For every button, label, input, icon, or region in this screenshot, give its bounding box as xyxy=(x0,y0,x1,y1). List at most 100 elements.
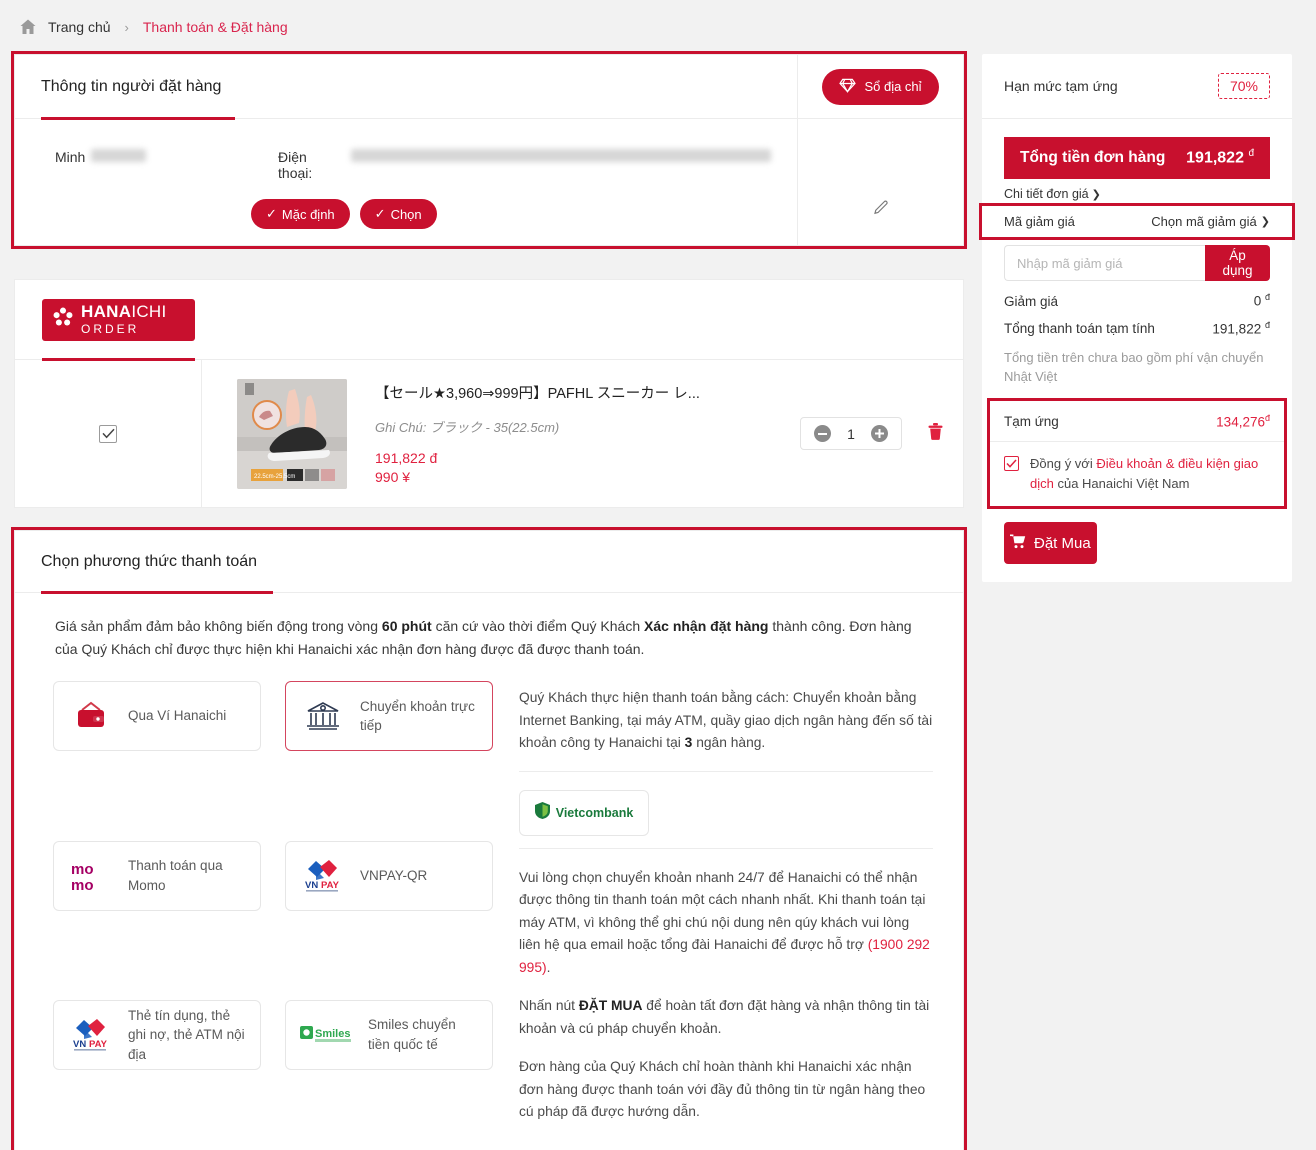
discount-row: Giảm giá 0 đ xyxy=(982,281,1292,309)
customer-info-card: Thông tin người đặt hàng Minh xxxx Điện … xyxy=(11,51,967,249)
choose-address-button[interactable]: ✓ Chọn xyxy=(359,199,437,229)
svg-text:22.5cm-25.5cm: 22.5cm-25.5cm xyxy=(254,474,295,480)
address-book-button[interactable]: Sổ địa chỉ xyxy=(822,68,939,105)
plus-circle-icon[interactable] xyxy=(871,425,888,442)
payment-method-bank-transfer[interactable]: Chuyển khoản trực tiếp xyxy=(285,681,493,752)
payment-method-card[interactable]: VN PAY Thẻ tín dụng, thẻ ghi nợ, thẻ ATM… xyxy=(53,1000,261,1071)
price-detail-link[interactable]: Chi tiết đơn giá ❯ xyxy=(982,179,1292,206)
subtotal-label: Tổng thanh toán tạm tính xyxy=(1004,321,1155,336)
advance-limit-row: Hạn mức tạm ứng 70% xyxy=(982,54,1292,119)
product-note-value: ブラック - 35(22.5cm) xyxy=(429,420,560,435)
customer-name-redacted: xxxx xyxy=(91,149,147,162)
desc-divider xyxy=(519,770,933,772)
order-total-label: Tổng tiền đơn hàng xyxy=(1020,149,1166,166)
place-order-label: Đặt Mua xyxy=(1034,534,1091,552)
shop-logo-line1: HANAICHI xyxy=(81,301,167,321)
breadcrumb-current: Thanh toán & Đặt hàng xyxy=(142,19,288,35)
default-address-button[interactable]: ✓ Mặc định xyxy=(251,199,350,229)
cart-icon xyxy=(1010,534,1026,553)
trash-icon[interactable] xyxy=(928,422,943,445)
page-title: Thông tin người đặt hàng xyxy=(41,77,222,95)
choose-address-label: Chọn xyxy=(390,206,422,222)
phone-label: Điện thoại: xyxy=(278,149,313,181)
payment-methods-list: Qua Ví Hanaichi Chuyển khoản trực tiếp m… xyxy=(53,681,493,1139)
terms-agree-row: Đồng ý với Điều khoản & điều kiện giao d… xyxy=(990,442,1284,506)
shop-underline xyxy=(42,358,195,361)
vnpay-logo: VN PAY xyxy=(300,858,346,894)
payment-method-smiles[interactable]: Smiles Smiles chuyển tiền quốc tế xyxy=(285,1000,493,1071)
breadcrumb-separator: › xyxy=(124,19,129,35)
payment-body: Qua Ví Hanaichi Chuyển khoản trực tiếp m… xyxy=(15,681,963,1150)
advance-highlight-box: Tạm ứng 134,276đ Đồng ý với Điều khoản &… xyxy=(987,397,1287,510)
payment-underline xyxy=(41,591,273,594)
customer-info-side: Sổ địa chỉ xyxy=(797,55,963,245)
sakura-icon xyxy=(52,306,74,333)
breadcrumb-home[interactable]: Trang chủ xyxy=(48,19,111,35)
customer-line: Minh xxxx Điện thoại: xxxx xyxy=(55,149,771,181)
notice-bold2: Xác nhận đặt hàng xyxy=(644,618,769,634)
shipping-note: Tổng tiền trên chưa bao gồm phí vận chuy… xyxy=(1004,350,1264,384)
advance-label: Tạm ứng xyxy=(1004,414,1059,430)
product-image[interactable]: 22.5cm-25.5cm xyxy=(237,378,347,489)
order-summary-card: Hạn mức tạm ứng 70% Tổng tiền đơn hàng 1… xyxy=(979,54,1295,583)
home-icon[interactable] xyxy=(18,17,38,37)
price-detail-label: Chi tiết đơn giá xyxy=(1004,187,1089,201)
momo-logo: mo mo xyxy=(68,859,114,893)
product-qty-area: 1 xyxy=(800,417,943,450)
payment-method-label: Qua Ví Hanaichi xyxy=(128,708,227,724)
product-title[interactable]: 【セール★3,960⇒999円】PAFHL スニーカー レ... xyxy=(375,382,800,403)
shop-logo[interactable]: HANAICHI ORDER xyxy=(42,298,195,341)
shop-card: HANAICHI ORDER 22.5cm-25.5cm 【セール★3,960⇒… xyxy=(14,279,964,508)
chevron-right-icon: ❯ xyxy=(1260,216,1270,228)
payment-method-label: Smiles chuyển tiền quốc tế xyxy=(368,1017,456,1053)
order-total-value: 191,822 đ xyxy=(1186,148,1254,167)
payment-desc-1: Quý Khách thực hiện thanh toán bằng cách… xyxy=(519,687,933,754)
order-summary-column: Hạn mức tạm ứng 70% Tổng tiền đơn hàng 1… xyxy=(979,54,1295,583)
breadcrumb: Trang chủ › Thanh toán & Đặt hàng xyxy=(0,0,1316,54)
advance-limit-badge: 70% xyxy=(1217,73,1270,99)
subtotal-row: Tổng thanh toán tạm tính 191,822 đ xyxy=(982,309,1292,337)
desc-divider-2 xyxy=(519,847,933,849)
shop-header: HANAICHI ORDER xyxy=(15,280,963,361)
customer-phone-redacted: xxxx xyxy=(351,149,771,162)
payment-desc-3: Nhấn nút ĐẶT MUA để hoàn tất đơn đặt hàn… xyxy=(519,995,933,1040)
terms-text: Đồng ý với Điều khoản & điều kiện giao d… xyxy=(1030,454,1270,493)
svg-text:mo: mo xyxy=(71,877,94,893)
customer-name: Minh xyxy=(55,149,86,165)
advance-limit-label: Hạn mức tạm ứng xyxy=(1004,78,1118,94)
desc1-part2: ngân hàng. xyxy=(692,735,766,751)
discount-value: 0 đ xyxy=(1253,292,1270,309)
bank-chip-vietcombank[interactable]: Vietcombank xyxy=(519,789,649,836)
product-select-cell xyxy=(15,360,202,507)
advance-row: Tạm ứng 134,276đ xyxy=(990,401,1284,443)
coupon-input-row: Áp dụng xyxy=(1004,245,1270,281)
terms-checkbox[interactable] xyxy=(1004,456,1019,472)
payment-notice: Giá sản phẩm đảm bảo không biến động tro… xyxy=(15,593,963,681)
address-book-area: Sổ địa chỉ xyxy=(798,55,963,119)
bank-name: Vietcombank xyxy=(555,805,634,820)
product-price-vnd: 191,822 đ xyxy=(375,450,438,466)
place-order-button[interactable]: Đặt Mua xyxy=(1004,522,1097,565)
shop-logo-line2: ORDER xyxy=(81,321,140,336)
terms-suffix: của Hanaichi Việt Nam xyxy=(1053,475,1190,491)
check-icon: ✓ xyxy=(374,206,386,221)
coupon-apply-button[interactable]: Áp dụng xyxy=(1205,245,1270,281)
coupon-input[interactable] xyxy=(1004,245,1205,281)
default-address-label: Mặc định xyxy=(281,206,335,222)
pencil-icon[interactable] xyxy=(872,199,890,222)
product-note-label: Ghi Chú: xyxy=(375,420,427,435)
product-checkbox[interactable] xyxy=(99,424,117,443)
desc2-part2: . xyxy=(546,959,551,975)
payment-title: Chọn phương thức thanh toán xyxy=(41,552,258,570)
payment-method-wallet[interactable]: Qua Ví Hanaichi xyxy=(53,681,261,752)
coupon-pick[interactable]: Chọn mã giảm giá ❯ xyxy=(1151,214,1270,229)
payment-method-vnpay-qr[interactable]: VN PAY VNPAY-QR xyxy=(285,840,493,911)
minus-circle-icon[interactable] xyxy=(814,425,831,442)
desc3-part1: Nhấn nút xyxy=(519,998,579,1014)
svg-text:PAY: PAY xyxy=(89,1039,108,1050)
quantity-value[interactable]: 1 xyxy=(845,426,857,442)
coupon-row[interactable]: Mã giảm giá Chọn mã giảm giá ❯ xyxy=(996,206,1278,237)
coupon-label: Mã giảm giá xyxy=(1004,214,1075,229)
product-info: 【セール★3,960⇒999円】PAFHL スニーカー レ... Ghi Chú… xyxy=(347,382,800,485)
payment-method-momo[interactable]: mo mo Thanh toán qua Momo xyxy=(53,840,261,911)
